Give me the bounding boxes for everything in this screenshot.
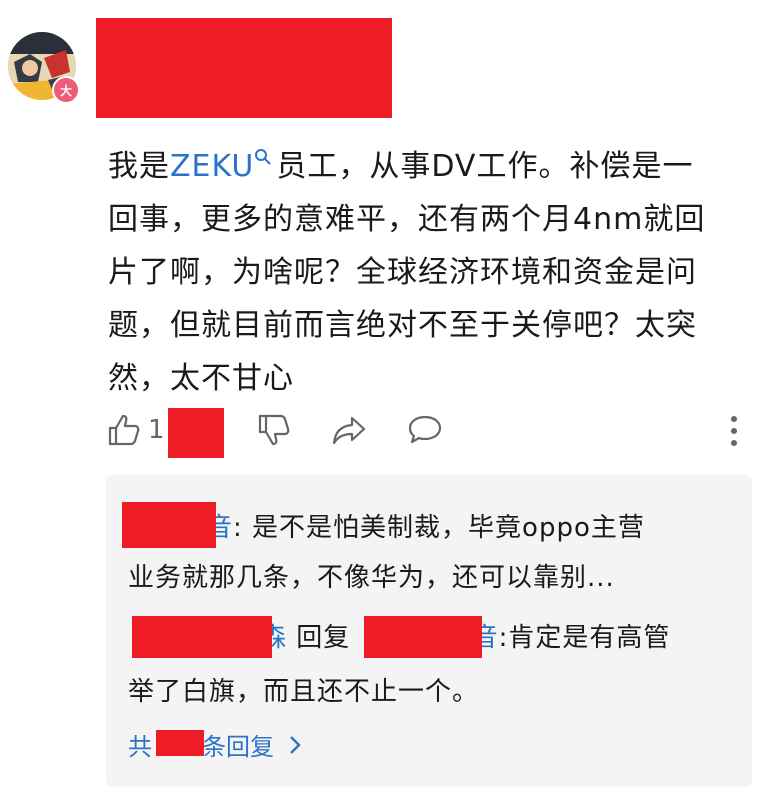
more-suffix: 条回复 — [202, 733, 274, 761]
comment-text: 员工，从事DV工作。补偿是一 — [276, 149, 694, 184]
redacted-like-count — [168, 408, 224, 458]
redacted-username — [96, 18, 392, 118]
comment-line-5: 然，太不甘心 — [108, 361, 294, 396]
reply-1-line-2: 业务就那几条，不像华为，还可以靠别... — [128, 563, 615, 593]
redacted-reply-count — [156, 730, 204, 756]
more-options-button[interactable] — [726, 414, 742, 448]
like-button[interactable]: 1 — [106, 412, 165, 448]
redacted-reply-2-name — [132, 616, 272, 658]
brand-search-link[interactable]: ZEKU — [170, 149, 276, 184]
more-prefix: 共 — [128, 733, 152, 761]
redacted-reply-2-target — [364, 616, 482, 658]
comment-text: 我是 — [108, 149, 170, 184]
thumbs-up-icon — [108, 414, 140, 446]
like-count: 1 — [148, 415, 165, 445]
more-vertical-icon — [731, 416, 737, 446]
reply-1-text: : 是不是怕美制裁，毕竟oppo主营 — [233, 513, 645, 543]
reply-2-text: :肯定是有高管 — [498, 623, 671, 653]
comment-line-2: 回事，更多的意难平，还有两个月4nm就回 — [108, 202, 706, 237]
comment-line-3: 片了啊，为啥呢？全球经济环境和资金是问 — [108, 255, 697, 290]
reply-2-line-2: 举了白旗，而且还不止一个。 — [128, 677, 480, 707]
thumbs-down-icon — [258, 414, 290, 446]
share-icon — [332, 416, 366, 445]
comment-bubble-icon — [408, 415, 442, 444]
view-all-replies-link[interactable]: 共 条回复 — [128, 727, 306, 762]
comment-line-4: 题，但就目前而言绝对不至于关停吧？太突 — [108, 308, 697, 343]
search-icon — [255, 149, 272, 165]
comment-actions: 1 — [0, 408, 760, 458]
share-button[interactable] — [330, 412, 368, 448]
dislike-button[interactable] — [256, 412, 292, 448]
reply-word: 回复 — [296, 623, 351, 653]
brand-link-text[interactable]: ZEKU — [170, 149, 254, 184]
redacted-reply-1-name — [122, 502, 216, 548]
user-level-badge: 大 — [52, 76, 80, 104]
reply-button[interactable] — [406, 412, 444, 448]
chevron-right-icon — [290, 735, 301, 754]
comment-line-1: 我是ZEKU 员工，从事DV工作。补偿是一 — [108, 140, 748, 193]
comment-body: 我是ZEKU 员工，从事DV工作。补偿是一 回事，更多的意难平，还有两个月4nm就… — [108, 140, 748, 405]
